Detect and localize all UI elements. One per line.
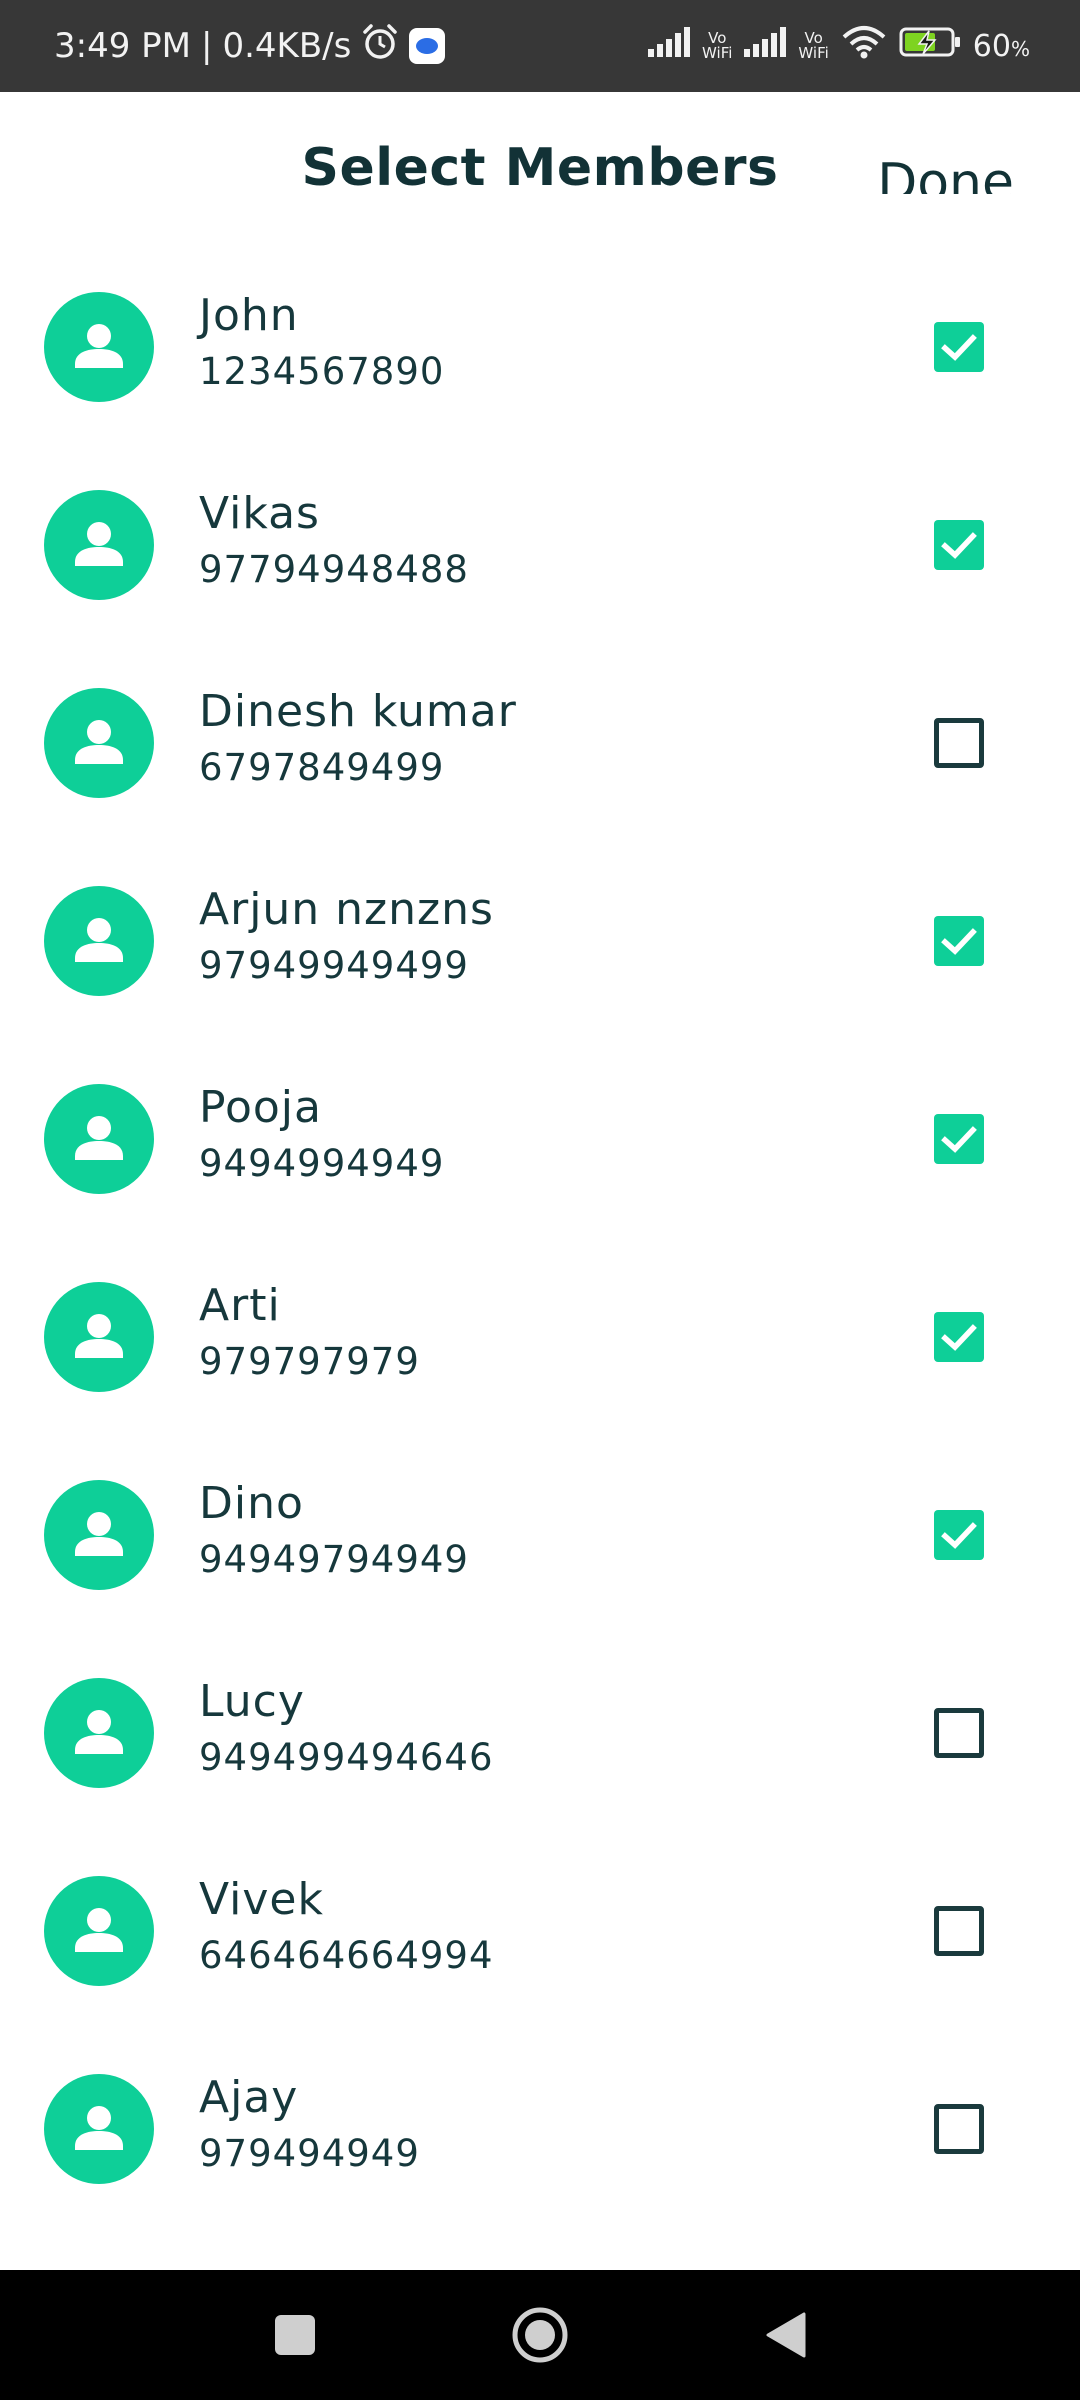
person-icon [75, 720, 123, 764]
done-button-wrap: Done [877, 148, 1014, 194]
status-network-speed: 0.4KB/s [222, 26, 352, 66]
checkmark-icon [941, 928, 977, 955]
member-phone: 9494994949 [199, 1142, 445, 1185]
signal-icon [648, 27, 694, 65]
battery-percent: 60% [973, 29, 1030, 64]
checkbox-checked[interactable] [934, 916, 984, 966]
status-right: Vo WiFi Vo WiFi 60% [648, 0, 1030, 92]
vowifi-indicator: Vo WiFi [798, 31, 828, 61]
battery-charging-icon [899, 26, 961, 66]
vowifi-bottom: WiFi [702, 44, 733, 62]
messages-app-icon [409, 28, 446, 64]
back-button[interactable] [720, 2270, 850, 2400]
avatar [44, 2074, 154, 2184]
avatar [44, 1480, 154, 1590]
person-icon [75, 1908, 123, 1952]
checkbox-checked[interactable] [934, 520, 984, 570]
member-phone: 94949794949 [199, 1538, 469, 1581]
person-icon [75, 1116, 123, 1160]
person-icon [75, 522, 123, 566]
member-row[interactable]: Arti 979797979 [0, 1270, 1080, 1468]
checkbox-unchecked[interactable] [934, 1906, 984, 1956]
vowifi-bottom: WiFi [798, 44, 829, 62]
vowifi-indicator: Vo WiFi [702, 31, 732, 61]
member-name: Pooja [199, 1082, 322, 1133]
member-row[interactable]: John 1234567890 [0, 280, 1080, 478]
person-icon [75, 2106, 123, 2150]
recents-button[interactable] [230, 2270, 360, 2400]
avatar [44, 688, 154, 798]
checkmark-icon [941, 334, 977, 361]
member-phone: 979494949 [199, 2132, 420, 2175]
member-phone: 97949949499 [199, 944, 469, 987]
member-name: Dinesh kumar [199, 686, 517, 737]
person-icon [75, 1314, 123, 1358]
status-bar: 3:49 PM | 0.4KB/s Vo WiFi Vo WiFi 60% [0, 0, 1080, 92]
home-circle-icon [512, 2307, 568, 2363]
member-name: Ajay [199, 2072, 299, 2123]
member-name: Arjun nznzns [199, 884, 494, 935]
header: Select Members Done [0, 92, 1080, 242]
alarm-icon [361, 23, 399, 70]
person-icon [75, 1512, 123, 1556]
recents-square-icon [275, 2315, 315, 2355]
status-time: 3:49 PM [54, 26, 191, 66]
member-phone: 1234567890 [199, 350, 445, 393]
member-row[interactable]: Lucy 949499494646 [0, 1666, 1080, 1864]
wifi-icon [841, 25, 887, 67]
member-row[interactable]: Pooja 9494994949 [0, 1072, 1080, 1270]
member-phone: 6797849499 [199, 746, 445, 789]
member-row[interactable]: Vivek 646464664994 [0, 1864, 1080, 2062]
member-phone: 979797979 [199, 1340, 420, 1383]
member-row[interactable]: Dinesh kumar 6797849499 [0, 676, 1080, 874]
avatar [44, 1678, 154, 1788]
member-list: John 1234567890 Vikas 97794948488 Dinesh… [0, 280, 1080, 2260]
member-phone: 646464664994 [199, 1934, 494, 1977]
person-icon [75, 324, 123, 368]
checkmark-icon [941, 1522, 977, 1549]
member-name: John [199, 290, 299, 341]
checkbox-checked[interactable] [934, 322, 984, 372]
person-icon [75, 1710, 123, 1754]
member-name: Arti [199, 1280, 281, 1331]
member-phone: 949499494646 [199, 1736, 494, 1779]
checkmark-icon [941, 1126, 977, 1153]
status-separator: | [201, 26, 213, 66]
back-triangle-icon [766, 2312, 806, 2358]
battery-unit: % [1010, 36, 1030, 61]
member-name: Lucy [199, 1676, 305, 1727]
checkbox-checked[interactable] [934, 1312, 984, 1362]
member-name: Vikas [199, 488, 320, 539]
avatar [44, 1282, 154, 1392]
avatar [44, 1084, 154, 1194]
checkmark-icon [941, 532, 977, 559]
member-name: Dino [199, 1478, 304, 1529]
checkmark-icon [941, 1324, 977, 1351]
signal-icon [744, 27, 790, 65]
battery-value: 60 [972, 28, 1011, 64]
member-name: Vivek [199, 1874, 324, 1925]
status-left: 3:49 PM | 0.4KB/s [54, 0, 446, 92]
member-row[interactable]: Dino 94949794949 [0, 1468, 1080, 1666]
member-phone: 97794948488 [199, 548, 469, 591]
screen: 3:49 PM | 0.4KB/s Vo WiFi Vo WiFi 60% Se… [0, 0, 1080, 2400]
avatar [44, 886, 154, 996]
done-button[interactable]: Done [877, 148, 1014, 194]
avatar [44, 1876, 154, 1986]
checkbox-unchecked[interactable] [934, 718, 984, 768]
person-icon [75, 918, 123, 962]
checkbox-checked[interactable] [934, 1114, 984, 1164]
checkbox-checked[interactable] [934, 1510, 984, 1560]
checkbox-unchecked[interactable] [934, 2104, 984, 2154]
member-row[interactable]: Ajay 979494949 [0, 2062, 1080, 2260]
avatar [44, 292, 154, 402]
checkbox-unchecked[interactable] [934, 1708, 984, 1758]
member-row[interactable]: Arjun nznzns 97949949499 [0, 874, 1080, 1072]
avatar [44, 490, 154, 600]
home-button[interactable] [475, 2270, 605, 2400]
navigation-bar [0, 2270, 1080, 2400]
member-row[interactable]: Vikas 97794948488 [0, 478, 1080, 676]
